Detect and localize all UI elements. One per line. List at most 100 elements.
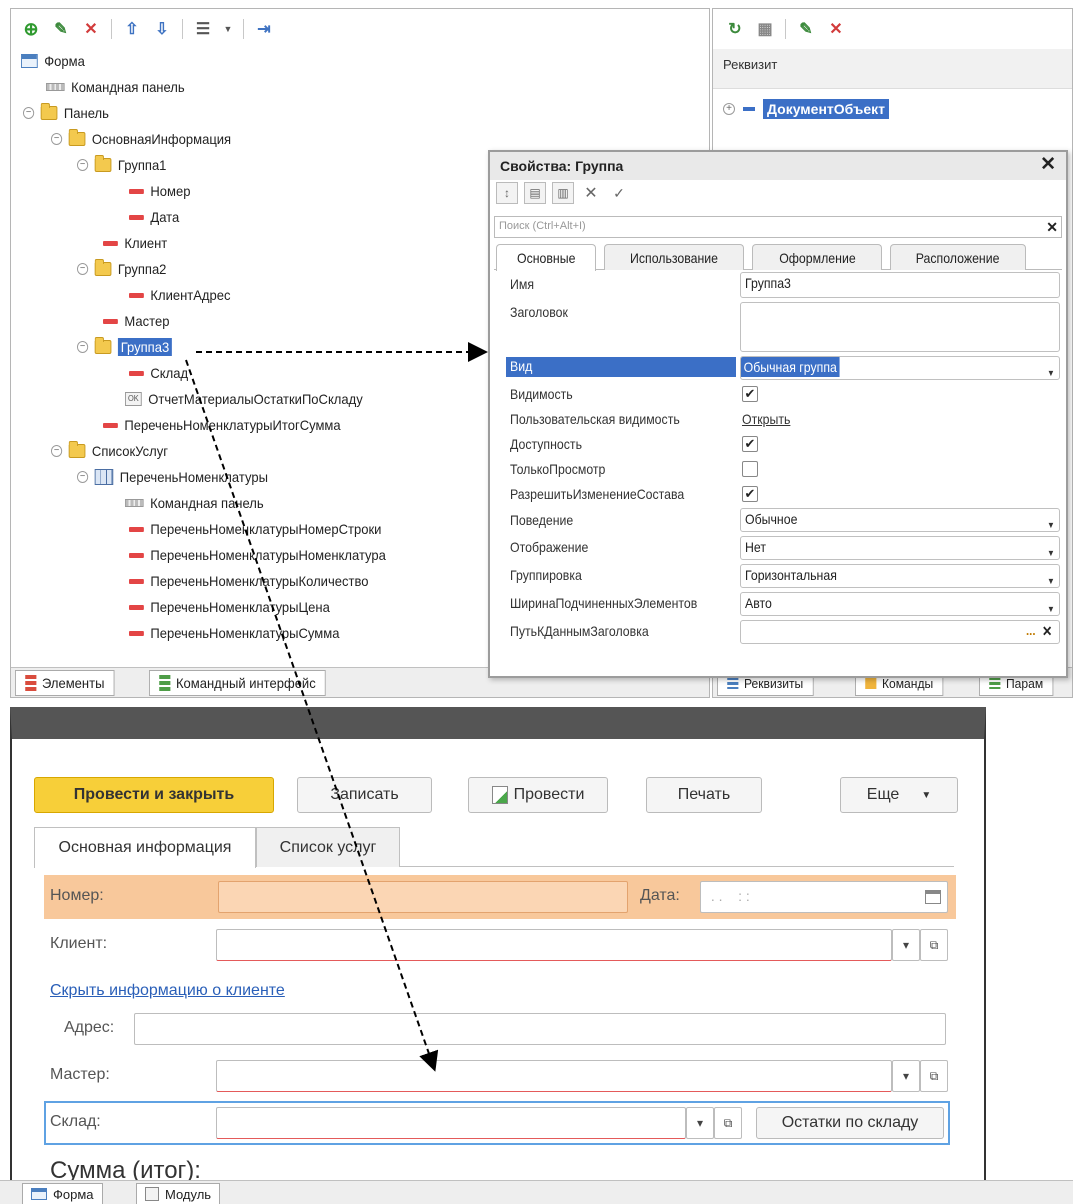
tab-form[interactable]: Форма (22, 1183, 103, 1204)
clear-icon[interactable]: ✕ (1042, 623, 1052, 640)
tree-item-group1[interactable]: − Группа1 (77, 153, 166, 177)
tree-item-table-command-bar[interactable]: Командная панель (125, 491, 264, 515)
tree-item-warehouse[interactable]: Склад (129, 361, 188, 385)
save-button[interactable]: Записать (297, 777, 432, 813)
behavior-select[interactable]: Обычное ▼ (740, 508, 1060, 532)
tree-item-services-list[interactable]: − СписокУслуг (51, 439, 168, 463)
tab-appearance[interactable]: Оформление (752, 244, 882, 270)
select-button[interactable]: ... (1026, 623, 1036, 638)
tab-main[interactable]: Основные (496, 244, 596, 271)
collapse-icon[interactable]: − (51, 445, 63, 457)
properties-search-input[interactable]: Поиск (Ctrl+Alt+I) (494, 216, 1062, 238)
address-input[interactable] (134, 1013, 946, 1045)
expand-icon[interactable]: + (723, 103, 735, 115)
master-open-button[interactable]: ⧉ (920, 1060, 948, 1092)
client-input[interactable] (216, 929, 892, 961)
dropdown-icon[interactable]: ▼ (223, 19, 233, 39)
warehouse-dropdown-button[interactable]: ▾ (686, 1107, 714, 1139)
tree-item-quantity[interactable]: ПереченьНоменклатурыКоличество (129, 569, 368, 593)
post-button[interactable]: Провести (468, 777, 608, 813)
tree-item-master[interactable]: Мастер (103, 309, 169, 333)
list-view-icon[interactable]: ☰ (193, 19, 213, 39)
delete-icon[interactable]: ✕ (81, 19, 101, 39)
tree-item-client-address[interactable]: КлиентАдрес (129, 283, 231, 307)
child-width-select[interactable]: Авто ▼ (740, 592, 1060, 616)
tree-item-group3[interactable]: − Группа3 (77, 335, 173, 359)
name-field[interactable]: Группа3 (740, 272, 1060, 298)
chevron-down-icon[interactable]: ▼ (1047, 548, 1055, 558)
tree-item-line-number[interactable]: ПереченьНоменклатурыНомерСтроки (129, 517, 381, 541)
close-icon[interactable]: ✕ (1040, 155, 1056, 175)
tree-item-stock-report[interactable]: OK ОтчетМатериалыОстаткиПоСкладу (125, 387, 363, 411)
tab-services[interactable]: Список услуг (256, 827, 400, 867)
chevron-down-icon[interactable]: ▼ (1047, 576, 1055, 586)
tab-layout[interactable]: Расположение (890, 244, 1026, 270)
date-input[interactable]: . . : : (700, 881, 948, 913)
post-and-close-button[interactable]: Провести и закрыть (34, 777, 274, 813)
display-select[interactable]: Нет ▼ (740, 536, 1060, 560)
print-button[interactable]: Печать (646, 777, 762, 813)
collapse-icon[interactable]: − (51, 133, 63, 145)
collapse-icon[interactable]: − (77, 471, 89, 483)
edit-icon[interactable]: ✎ (51, 19, 71, 39)
tree-item-nomenclature[interactable]: ПереченьНоменклатурыНоменклатура (129, 543, 386, 567)
chevron-down-icon[interactable]: ▼ (1047, 368, 1055, 378)
chevron-down-icon[interactable]: ▼ (1047, 604, 1055, 614)
collapse-icon[interactable]: − (77, 263, 89, 275)
clear-search-icon[interactable]: ✕ (1046, 219, 1058, 236)
allow-change-checkbox[interactable]: ✔ (742, 486, 758, 502)
enabled-checkbox[interactable]: ✔ (742, 436, 758, 452)
hide-client-info-link[interactable]: Скрыть информацию о клиенте (50, 982, 285, 1000)
add-attribute-icon[interactable]: ↻ (725, 19, 745, 39)
export-icon[interactable]: ⇥ (254, 19, 274, 39)
collapse-icon[interactable]: − (77, 159, 89, 171)
client-open-button[interactable]: ⧉ (920, 929, 948, 961)
filter-icon[interactable]: ▥ (552, 182, 574, 204)
warehouse-input[interactable] (216, 1107, 686, 1139)
tree-item-price[interactable]: ПереченьНоменклатурыЦена (129, 595, 330, 619)
grouping-select[interactable]: Горизонтальная ▼ (740, 564, 1060, 588)
calendar-icon[interactable] (925, 890, 941, 904)
caption-data-path-field[interactable]: ... ✕ (740, 620, 1060, 644)
tree-item-command-bar[interactable]: Командная панель (46, 75, 185, 99)
move-down-icon[interactable]: ⇩ (152, 19, 172, 39)
tree-item-sum[interactable]: ПереченьНоменклатурыСумма (129, 621, 339, 645)
tree-item-items-table[interactable]: − ПереченьНоменклатуры (77, 465, 268, 489)
tree-item-client[interactable]: Клиент (103, 231, 167, 255)
tree-item-date[interactable]: Дата (129, 205, 179, 229)
tree-item-group2[interactable]: − Группа2 (77, 257, 166, 281)
tab-elements[interactable]: Элементы (15, 670, 115, 696)
collapse-icon[interactable]: − (23, 107, 35, 119)
kind-select[interactable]: Обычная группа ▼ (740, 356, 1060, 380)
caption-field[interactable] (740, 302, 1060, 352)
edit-icon[interactable]: ✎ (796, 19, 816, 39)
tree-item-main-info[interactable]: − ОсновнаяИнформация (51, 127, 231, 151)
warehouse-open-button[interactable]: ⧉ (714, 1107, 742, 1139)
tab-main-info[interactable]: Основная информация (34, 827, 256, 868)
more-button[interactable]: Еще ▼ (840, 777, 958, 813)
master-dropdown-button[interactable]: ▾ (892, 1060, 920, 1092)
user-visibility-link[interactable]: Открыть (742, 411, 790, 427)
number-input[interactable] (218, 881, 628, 913)
add-icon[interactable]: ⊕ (21, 19, 41, 39)
tree-item-items-total[interactable]: ПереченьНоменклатурыИтогСумма (103, 413, 341, 437)
chevron-down-icon[interactable]: ▼ (1047, 520, 1055, 530)
client-dropdown-button[interactable]: ▾ (892, 929, 920, 961)
grid-icon[interactable]: ▦ (755, 19, 775, 39)
categories-icon[interactable]: ▤ (524, 182, 546, 204)
attribute-item-document-object[interactable]: + ДокументОбъект (723, 99, 889, 119)
tab-module[interactable]: Модуль (136, 1183, 221, 1204)
master-input[interactable] (216, 1060, 892, 1092)
check-icon[interactable]: ✓ (608, 182, 630, 204)
tab-command-interface[interactable]: Командный интерфейс (149, 670, 326, 696)
stock-by-warehouse-button[interactable]: Остатки по складу (756, 1107, 944, 1139)
delete-icon[interactable]: ✕ (580, 182, 602, 204)
readonly-checkbox[interactable] (742, 461, 758, 477)
delete-icon[interactable]: ✕ (826, 19, 846, 39)
tree-item-number[interactable]: Номер (129, 179, 190, 203)
tree-item-form[interactable]: Форма (21, 49, 85, 73)
collapse-icon[interactable]: − (77, 341, 89, 353)
visible-checkbox[interactable]: ✔ (742, 386, 758, 402)
tree-item-panel[interactable]: − Панель (23, 101, 109, 125)
tab-usage[interactable]: Использование (604, 244, 744, 270)
